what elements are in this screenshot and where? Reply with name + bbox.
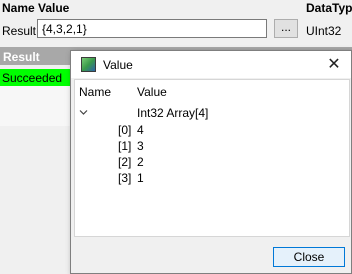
result-row-label: Result <box>2 24 37 38</box>
column-header-name: Name <box>2 1 35 15</box>
value-tree-view[interactable]: Name Value Int32 Array[4] [0] 4 [1] 3 [2… <box>74 79 350 237</box>
tree-item-value: 4 <box>137 123 144 137</box>
tree-item-index: [1] <box>118 139 132 153</box>
tree-column-value[interactable]: Value <box>137 85 167 99</box>
tree-item[interactable]: [0] 4 <box>75 122 349 138</box>
chevron-down-icon[interactable] <box>79 108 88 117</box>
app-icon <box>81 57 96 72</box>
column-header-datatype: DataTyp <box>306 1 352 15</box>
tree-root-value: Int32 Array[4] <box>137 106 209 120</box>
tree-item-value: 3 <box>137 139 144 153</box>
tree-item-index: [0] <box>118 123 132 137</box>
result-section-title: Result <box>3 50 40 64</box>
value-dialog: Value ✕ Name Value Int32 Array[4] [0] 4 … <box>70 50 352 274</box>
result-datatype: UInt32 <box>306 24 342 38</box>
close-icon[interactable]: ✕ <box>323 54 345 75</box>
tree-item[interactable]: [2] 2 <box>75 154 349 170</box>
dialog-title: Value <box>103 58 133 72</box>
result-status-text: Succeeded <box>2 71 63 85</box>
close-button[interactable]: Close <box>273 247 345 267</box>
tree-item[interactable]: [3] 1 <box>75 170 349 186</box>
tree-item[interactable]: [1] 3 <box>75 138 349 154</box>
tree-item-value: 2 <box>137 155 144 169</box>
result-value-field[interactable]: {4,3,2,1} <box>37 19 267 38</box>
tree-item-value: 1 <box>137 171 144 185</box>
tree-column-name[interactable]: Name <box>79 85 111 99</box>
edit-value-button[interactable]: ... <box>274 19 298 38</box>
tree-item-index: [2] <box>118 155 132 169</box>
column-header-value: Value <box>38 1 70 15</box>
tree-item-index: [3] <box>118 171 132 185</box>
dialog-titlebar[interactable]: Value ✕ <box>71 51 351 78</box>
